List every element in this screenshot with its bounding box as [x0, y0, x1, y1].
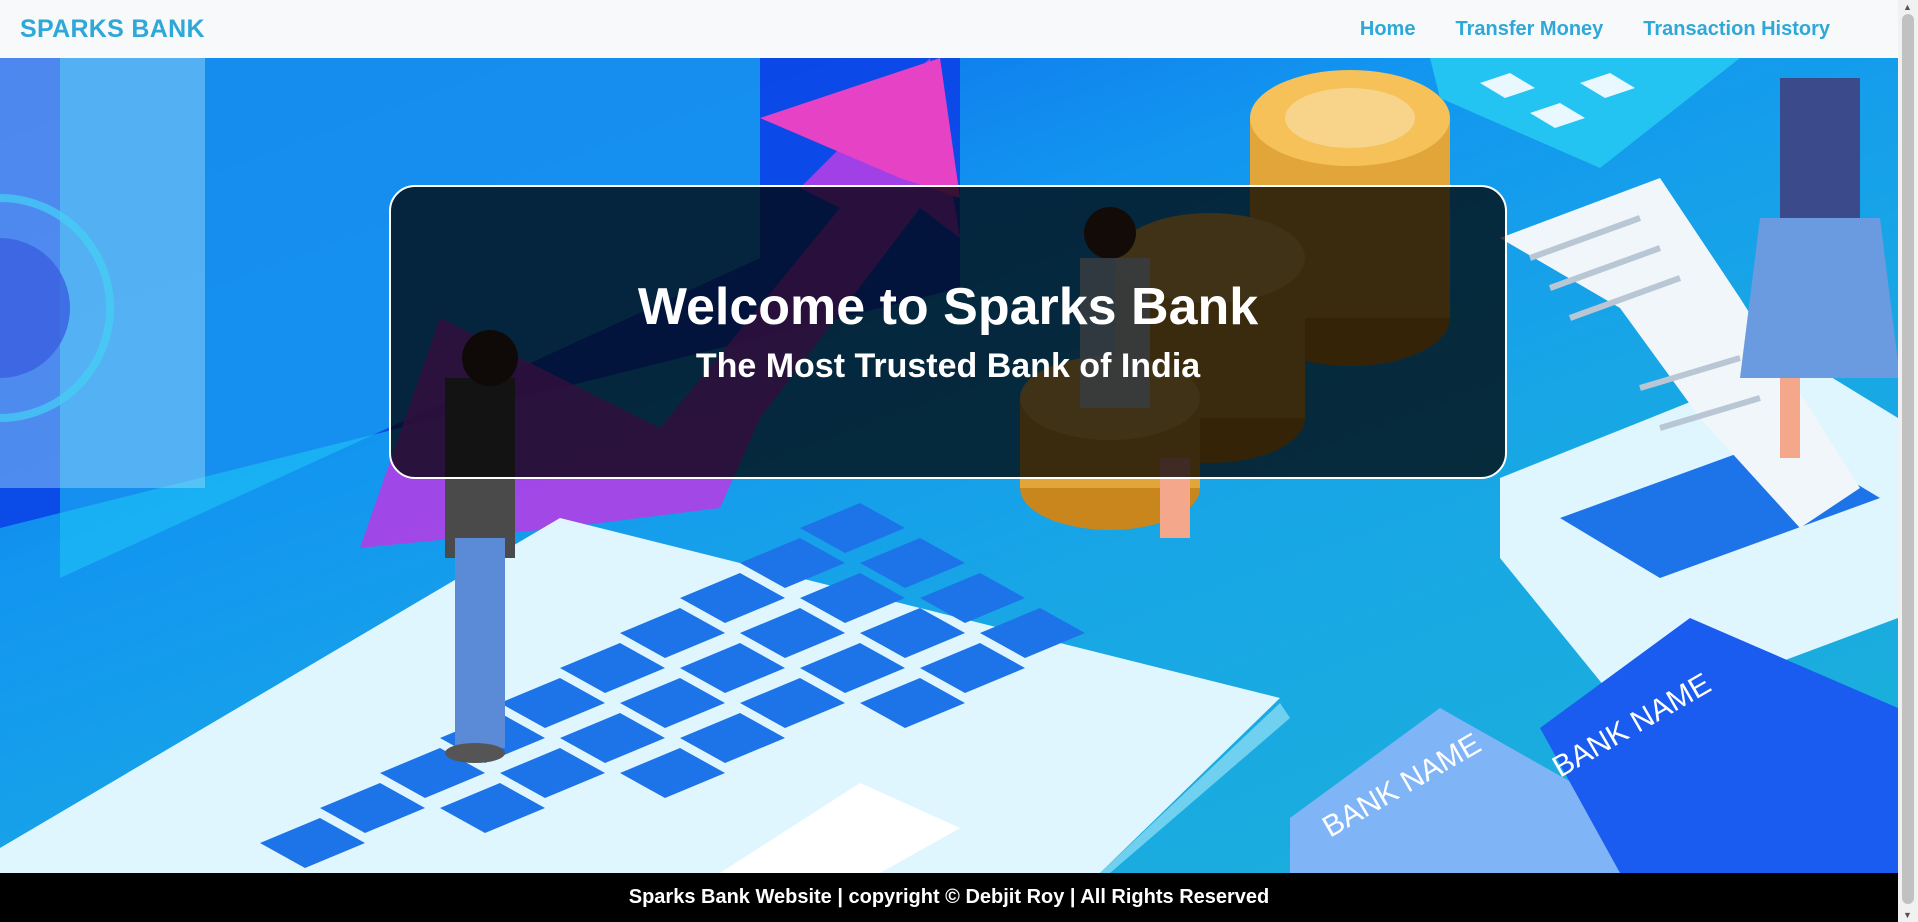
welcome-title: Welcome to Sparks Bank [637, 277, 1259, 336]
nav-links: Home Transfer Money Transaction History [1360, 18, 1830, 41]
hero-section: BANK NAME BANK NAME Welcome to Sparks Ba… [0, 58, 1898, 873]
vertical-scrollbar[interactable]: ▲ ▼ [1898, 0, 1918, 922]
scroll-down-arrow-icon[interactable]: ▼ [1903, 910, 1912, 920]
nav-transaction-history-link[interactable]: Transaction History [1643, 18, 1830, 41]
scroll-up-arrow-icon[interactable]: ▲ [1903, 2, 1912, 12]
nav-transfer-money-link[interactable]: Transfer Money [1455, 18, 1603, 41]
footer: Sparks Bank Website | copyright © Debjit… [0, 873, 1898, 922]
brand-logo-link[interactable]: SPARKS BANK [20, 15, 205, 44]
welcome-subtitle: The Most Trusted Bank of India [695, 347, 1201, 386]
footer-text: Sparks Bank Website | copyright © Debjit… [628, 886, 1270, 908]
nav-home-link[interactable]: Home [1360, 18, 1416, 41]
scrollbar-thumb[interactable] [1902, 14, 1914, 904]
welcome-banner: Welcome to Sparks Bank The Most Trusted … [389, 185, 1507, 479]
navbar: SPARKS BANK Home Transfer Money Transact… [0, 0, 1898, 58]
